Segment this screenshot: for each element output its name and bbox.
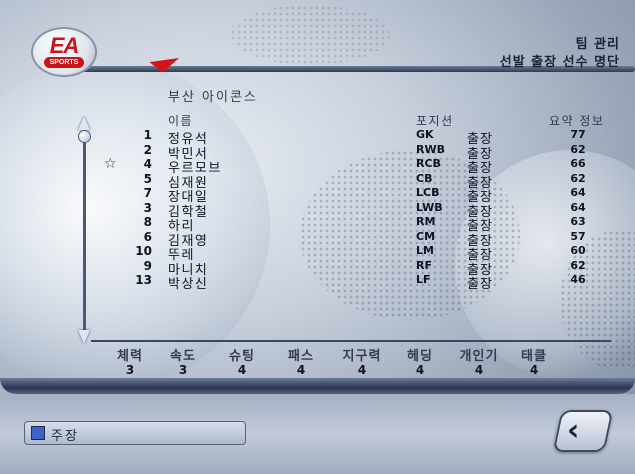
stat-item: 개인기 4 xyxy=(449,345,509,377)
player-position: LF xyxy=(416,273,431,286)
captain-color-swatch xyxy=(32,427,44,439)
player-position: RWB xyxy=(416,142,445,156)
player-number: 1 xyxy=(143,128,152,142)
player-row[interactable]: 1 정유석 GK 출장 77 xyxy=(0,128,635,147)
scroll-up-arrow-icon[interactable] xyxy=(78,116,90,130)
player-row[interactable]: 6 김재영 CM 출장 57 xyxy=(0,229,635,249)
stat-label: 지구력 xyxy=(342,349,382,364)
scroll-down-arrow-icon[interactable] xyxy=(78,330,90,344)
stat-item: 태클 4 xyxy=(504,345,564,377)
player-number: 4 xyxy=(143,157,152,171)
stat-value: 4 xyxy=(474,363,484,377)
column-header-name: 이름 xyxy=(168,114,194,128)
player-rating: 64 xyxy=(570,200,586,214)
stat-label: 슈팅 xyxy=(229,349,255,364)
player-status: 출장 xyxy=(467,277,493,292)
player-row[interactable]: 5 심재원 CB 출장 62 xyxy=(0,171,635,191)
player-rating: 66 xyxy=(570,157,586,170)
player-number: 8 xyxy=(143,215,152,229)
player-rating: 62 xyxy=(570,171,586,185)
player-rating: 57 xyxy=(570,229,586,243)
back-chevron-icon: ‹ xyxy=(567,413,580,448)
player-rating: 64 xyxy=(570,186,586,199)
ea-sports-logo: EA SPORTS xyxy=(31,27,97,77)
player-rating: 62 xyxy=(570,142,586,156)
player-position: RM xyxy=(416,215,436,228)
player-row[interactable]: ☆ 4 우르모브 RCB 출장 66 xyxy=(0,156,635,177)
player-position: LM xyxy=(416,244,434,257)
team-name: 부산 아이콘스 xyxy=(168,90,258,105)
captain-field[interactable]: 주장 xyxy=(24,421,246,445)
player-position: CM xyxy=(416,229,436,243)
logo-sports-text: SPORTS xyxy=(44,57,84,68)
stats-divider xyxy=(91,340,611,342)
stat-value: 4 xyxy=(357,363,367,377)
player-position: RCB xyxy=(416,157,441,170)
stat-item: 속도 3 xyxy=(153,345,213,377)
player-number: 3 xyxy=(143,200,152,215)
player-name: 박상신 xyxy=(168,277,209,292)
stat-label: 체력 xyxy=(117,349,143,364)
logo-ea-text: EA xyxy=(49,33,80,58)
stat-label: 태클 xyxy=(521,349,547,364)
player-rating: 77 xyxy=(570,128,586,141)
player-number: 7 xyxy=(143,186,152,200)
player-number: 10 xyxy=(135,244,152,258)
player-number: 13 xyxy=(135,273,152,287)
stat-item: 헤딩 4 xyxy=(390,345,450,377)
player-number: 9 xyxy=(143,258,152,273)
player-rating: 60 xyxy=(570,244,586,257)
player-row[interactable]: 3 김학철 LWB 출장 64 xyxy=(0,200,635,220)
player-row[interactable]: 9 마니치 RF 출장 62 xyxy=(0,258,635,278)
player-position: RF xyxy=(416,258,432,272)
player-number: 6 xyxy=(143,229,152,244)
screen-title: 팀 관리 xyxy=(575,37,620,52)
favorite-star-icon: ☆ xyxy=(104,156,117,172)
column-header-rating: 요약 정보 xyxy=(549,114,605,128)
captain-label: 주장 xyxy=(51,429,79,444)
player-number: 5 xyxy=(143,171,152,186)
stat-value: 4 xyxy=(415,363,425,377)
player-position: LWB xyxy=(416,200,443,214)
column-header-position: 포지션 xyxy=(416,114,454,128)
stat-label: 개인기 xyxy=(459,349,499,364)
stat-label: 속도 xyxy=(170,349,196,364)
stat-label: 헤딩 xyxy=(407,349,433,364)
stat-item: 슈팅 4 xyxy=(212,345,272,377)
scrollbar-track[interactable] xyxy=(83,131,86,331)
stat-label: 패스 xyxy=(288,349,314,364)
back-button[interactable]: ‹ xyxy=(552,410,614,452)
player-row[interactable]: 7 장대일 LCB 출장 64 xyxy=(0,186,635,205)
stat-value: 4 xyxy=(529,363,539,377)
player-position: GK xyxy=(416,128,434,141)
player-row[interactable]: 10 뚜레 LM 출장 60 xyxy=(0,244,635,263)
player-row[interactable]: 8 하리 RM 출장 63 xyxy=(0,215,635,234)
stat-value: 4 xyxy=(296,363,306,377)
game-screen: EA SPORTS 팀 관리 선발 출장 선수 명단 부산 아이콘스 이름 포지… xyxy=(0,0,635,474)
screen-subtitle: 선발 출장 선수 명단 xyxy=(499,55,620,70)
stat-value: 3 xyxy=(178,363,188,377)
bottom-bar xyxy=(0,378,635,394)
stat-item: 체력 3 xyxy=(100,345,160,377)
stat-item: 패스 4 xyxy=(271,345,331,377)
stat-value: 3 xyxy=(125,363,135,377)
player-row[interactable]: 13 박상신 LF 출장 46 xyxy=(0,273,635,292)
stat-value: 4 xyxy=(237,363,247,377)
player-number: 2 xyxy=(143,142,152,157)
scrollbar-thumb[interactable] xyxy=(79,131,90,142)
player-position: LCB xyxy=(416,186,440,199)
player-row[interactable]: 2 박민서 RWB 출장 62 xyxy=(0,142,635,162)
player-rating: 63 xyxy=(570,215,586,228)
player-rating: 62 xyxy=(570,258,586,272)
stat-item: 지구력 4 xyxy=(332,345,392,377)
player-position: CB xyxy=(416,171,433,185)
player-rating: 46 xyxy=(570,273,586,286)
